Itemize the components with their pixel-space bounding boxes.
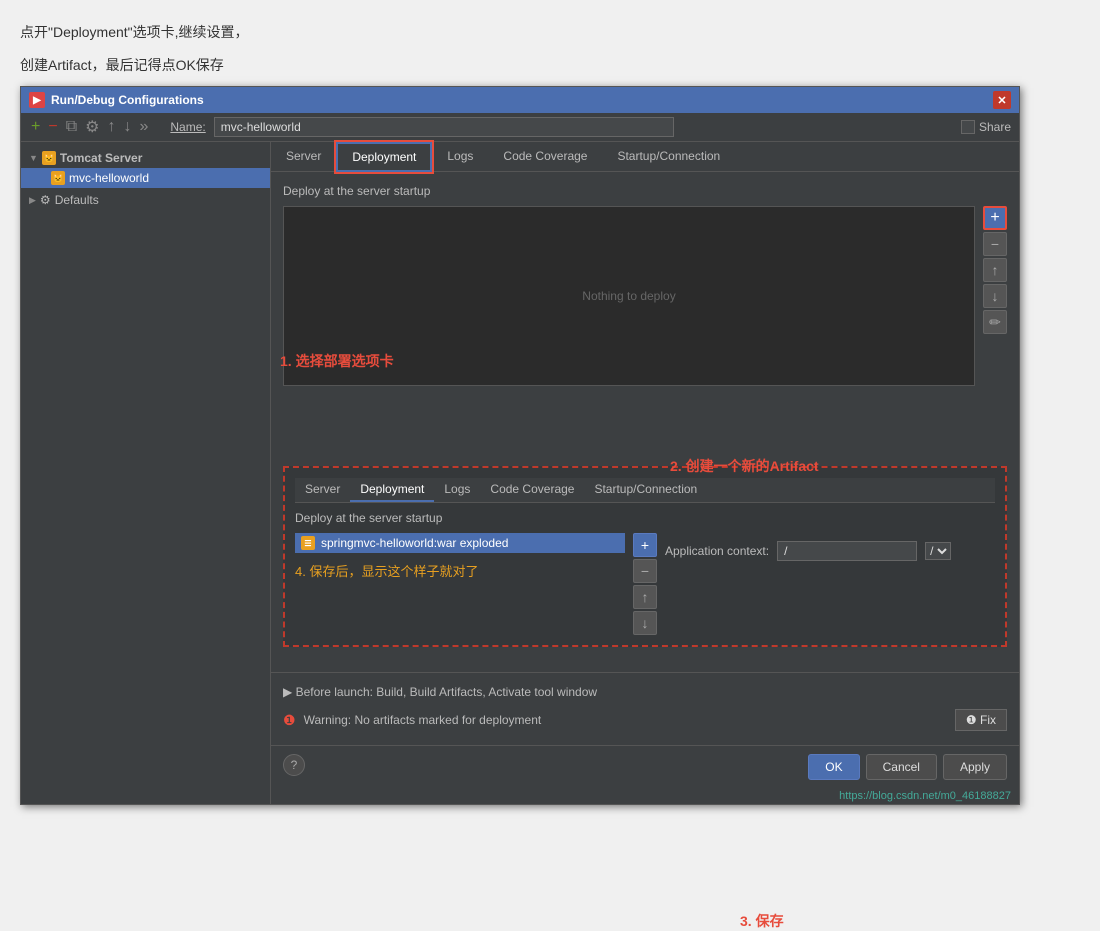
more-button[interactable]: » xyxy=(137,118,150,136)
artifact-row[interactable]: ☰ springmvc-helloworld:war exploded xyxy=(295,533,625,553)
share-label: Share xyxy=(979,120,1011,134)
deployment-tab-content: Deploy at the server startup Nothing to … xyxy=(271,172,1019,672)
sidebar-item-defaults[interactable]: ▶ ⚙ Defaults xyxy=(21,190,270,210)
add-deploy-button[interactable]: + xyxy=(983,206,1007,230)
name-section: Name: xyxy=(170,117,673,137)
tomcat-icon: 🐱 xyxy=(42,151,56,165)
fix-button[interactable]: ❶ Fix xyxy=(955,709,1007,731)
warning-text: Warning: No artifacts marked for deploym… xyxy=(304,713,542,727)
share-section: Share xyxy=(961,120,1011,134)
nothing-to-deploy: Nothing to deploy xyxy=(582,289,675,303)
context-section: Application context: / xyxy=(665,541,995,561)
apply-button[interactable]: Apply xyxy=(943,754,1007,780)
dashed-down-button[interactable]: ↓ xyxy=(633,611,657,635)
warning-icon: ❶ xyxy=(283,712,296,729)
main-content: ▼ 🐱 Tomcat Server 🐱 mvc-helloworld ▶ ⚙ D… xyxy=(21,142,1019,804)
dashed-tab-deployment[interactable]: Deployment xyxy=(350,478,434,502)
right-panel: Server Deployment Logs Code Coverage Sta… xyxy=(271,142,1019,804)
deploy-at-startup-label: Deploy at the server startup xyxy=(283,184,1007,198)
dashed-remove-button[interactable]: − xyxy=(633,559,657,583)
tomcat-group: ▼ 🐱 Tomcat Server 🐱 mvc-helloworld xyxy=(21,146,270,190)
title-bar-left: ▶ Run/Debug Configurations xyxy=(29,92,204,108)
name-label: Name: xyxy=(170,120,205,134)
title-bar: ▶ Run/Debug Configurations ✕ xyxy=(21,87,1019,113)
dialog-title: Run/Debug Configurations xyxy=(51,93,204,107)
ok-button[interactable]: OK xyxy=(808,754,859,780)
defaults-expand-icon: ▶ xyxy=(29,195,36,206)
warning-bar: ❶ Warning: No artifacts marked for deplo… xyxy=(283,703,1007,737)
dashed-deploy-label: Deploy at the server startup xyxy=(295,511,995,525)
tabs: Server Deployment Logs Code Coverage Sta… xyxy=(271,142,1019,172)
sidebar-item-mvc[interactable]: 🐱 mvc-helloworld xyxy=(21,168,270,188)
dashed-tab-startup[interactable]: Startup/Connection xyxy=(584,478,707,502)
copy-config-button[interactable]: ⧉ xyxy=(64,118,79,136)
cancel-button[interactable]: Cancel xyxy=(866,754,937,780)
deploy-up-button[interactable]: ↑ xyxy=(983,258,1007,282)
before-launch-section: ▶ Before launch: Build, Build Artifacts,… xyxy=(271,672,1019,745)
add-config-button[interactable]: + xyxy=(29,118,42,136)
run-debug-dialog: ▶ Run/Debug Configurations ✕ + − ⧉ ⚙ ↑ ↓… xyxy=(20,86,1020,805)
tab-code-coverage[interactable]: Code Coverage xyxy=(488,142,602,171)
intro-line1: 点开"Deployment"选项卡,继续设置， xyxy=(20,20,1080,45)
artifact-row-icon: ☰ xyxy=(301,536,315,550)
deploy-down-button[interactable]: ↓ xyxy=(983,284,1007,308)
dashed-note: 4. 保存后，显示这个样子就对了 xyxy=(295,561,625,580)
remove-config-button[interactable]: − xyxy=(46,118,59,136)
settings-button[interactable]: ⚙ xyxy=(83,117,101,137)
expand-icon: ▼ xyxy=(29,153,38,163)
tab-startup[interactable]: Startup/Connection xyxy=(602,142,735,171)
sidebar-item-tomcat[interactable]: ▼ 🐱 Tomcat Server xyxy=(21,148,270,168)
dashed-up-button[interactable]: ↑ xyxy=(633,585,657,609)
help-button[interactable]: ? xyxy=(283,754,305,776)
before-launch-label[interactable]: ▶ Before launch: Build, Build Artifacts,… xyxy=(283,681,1007,703)
context-label: Application context: xyxy=(665,544,769,558)
toolbar: + − ⧉ ⚙ ↑ ↓ » Name: Share xyxy=(21,113,1019,142)
dialog-wrapper: 1. 选择部署选项卡 2. 创建一个新的Artifact 3. 保存 ▶ Run… xyxy=(20,86,1020,805)
intro-line2: 创建Artifact，最后记得点OK保存 xyxy=(20,53,1080,78)
url-bar: https://blog.csdn.net/m0_46188827 xyxy=(271,788,1019,804)
tab-logs[interactable]: Logs xyxy=(432,142,488,171)
tab-server[interactable]: Server xyxy=(271,142,336,171)
close-button[interactable]: ✕ xyxy=(993,91,1011,109)
artifact-name: springmvc-helloworld:war exploded xyxy=(321,536,508,550)
mvc-label: mvc-helloworld xyxy=(69,171,149,185)
deploy-list: Nothing to deploy xyxy=(283,206,975,386)
dashed-tab-logs[interactable]: Logs xyxy=(434,478,480,502)
deploy-list-buttons: + Artifact... External Sour xyxy=(983,206,1007,386)
move-up-button[interactable]: ↑ xyxy=(105,118,117,136)
context-dropdown[interactable]: / xyxy=(925,542,951,560)
remove-deploy-button[interactable]: − xyxy=(983,232,1007,256)
dialog-buttons: ? OK Cancel Apply xyxy=(271,745,1019,788)
share-checkbox[interactable] xyxy=(961,120,975,134)
tab-deployment[interactable]: Deployment xyxy=(336,142,432,172)
dashed-tab-code-coverage[interactable]: Code Coverage xyxy=(480,478,584,502)
sidebar: ▼ 🐱 Tomcat Server 🐱 mvc-helloworld ▶ ⚙ D… xyxy=(21,142,271,804)
annotation-3: 3. 保存 xyxy=(740,911,784,931)
app-icon: ▶ xyxy=(29,92,45,108)
tomcat-label: Tomcat Server xyxy=(60,151,142,165)
dashed-add-button[interactable]: + xyxy=(633,533,657,557)
defaults-label: Defaults xyxy=(55,193,99,207)
context-input[interactable] xyxy=(777,541,917,561)
add-btn-wrapper: + Artifact... External Sour xyxy=(983,206,1007,230)
dashed-example-box: Server Deployment Logs Code Coverage Sta… xyxy=(283,466,1007,647)
move-down-button[interactable]: ↓ xyxy=(121,118,133,136)
edit-deploy-button[interactable]: ✏ xyxy=(983,310,1007,334)
dashed-tab-server[interactable]: Server xyxy=(295,478,350,502)
dashed-tabs: Server Deployment Logs Code Coverage Sta… xyxy=(295,478,995,503)
name-input[interactable] xyxy=(214,117,674,137)
defaults-icon: ⚙ xyxy=(40,193,51,207)
mvc-icon: 🐱 xyxy=(51,171,65,185)
deploy-list-area: Nothing to deploy + Artifact... xyxy=(283,206,1007,386)
